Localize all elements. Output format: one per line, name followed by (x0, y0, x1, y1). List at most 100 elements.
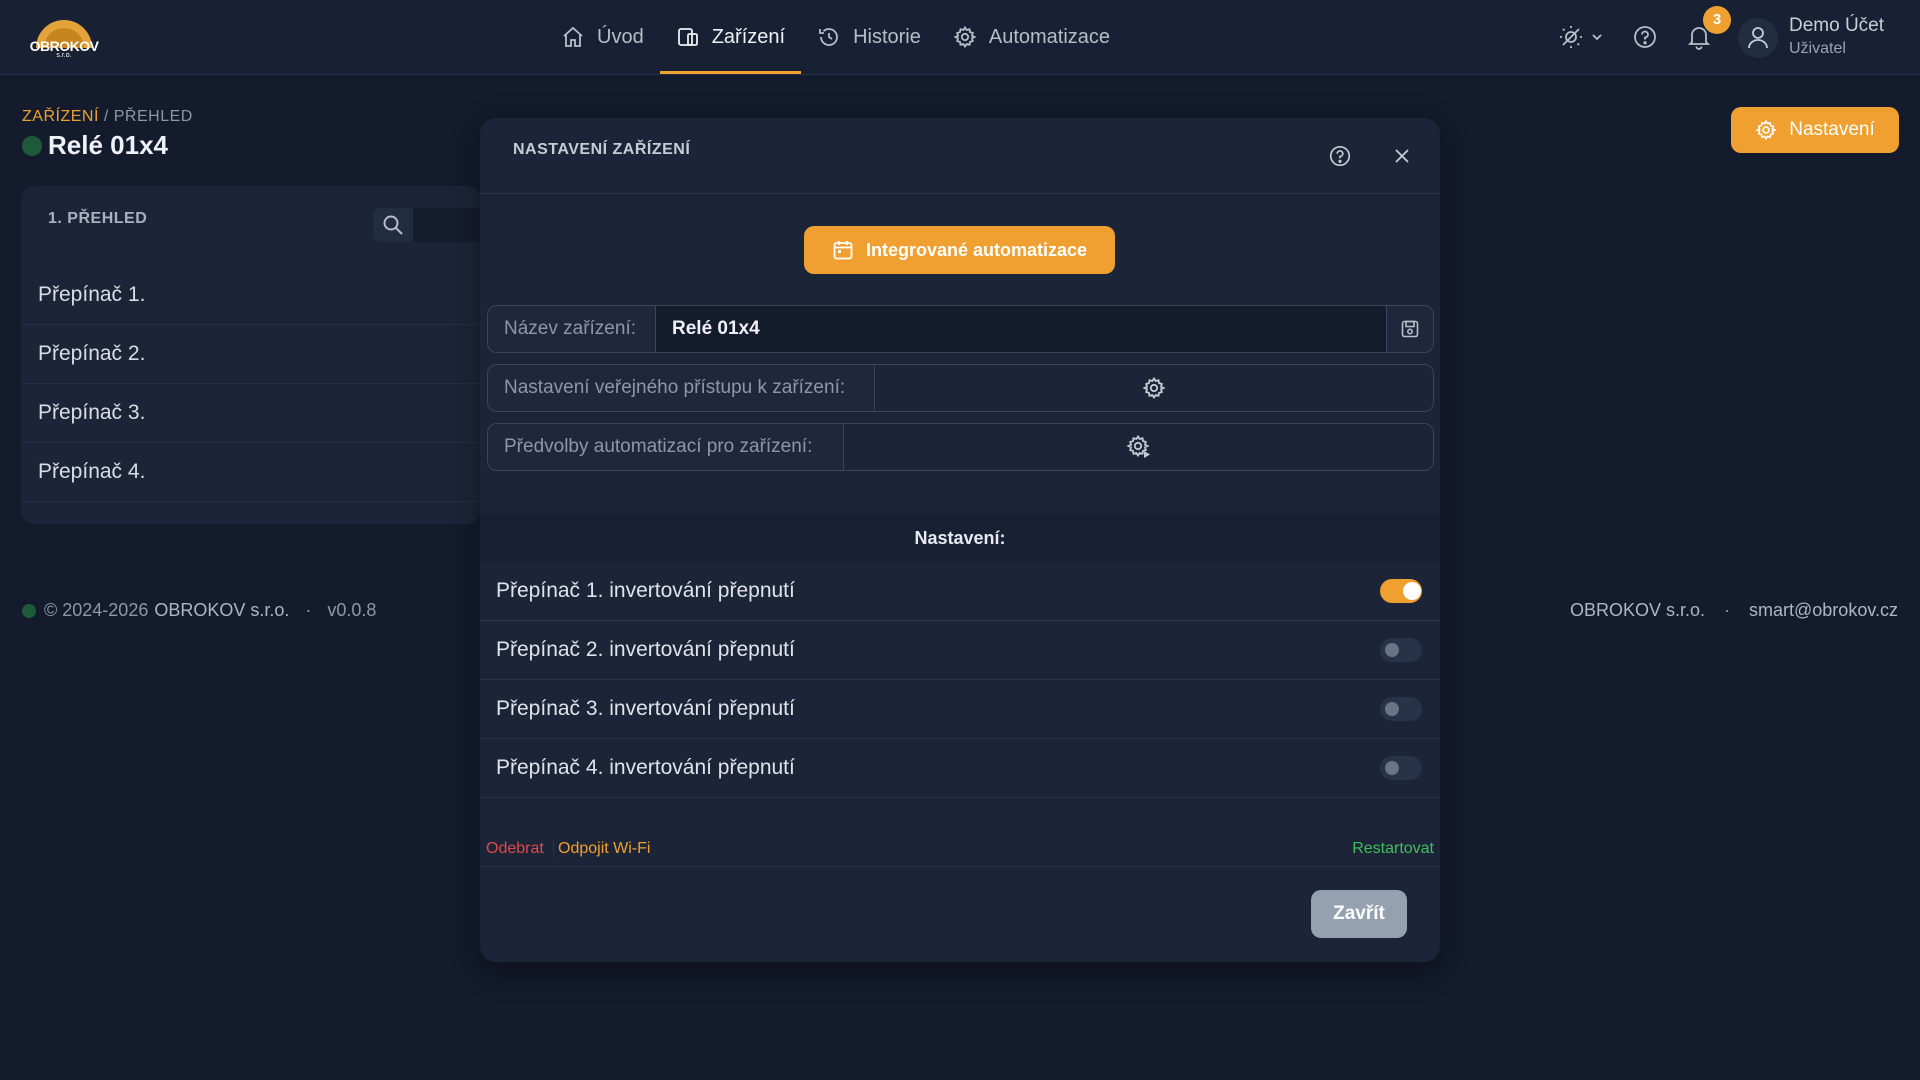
list-item[interactable]: Přepínač 4. (21, 443, 481, 502)
nav-item-automatizace[interactable]: Automatizace (937, 0, 1126, 74)
nav-item-zarizeni[interactable]: Zařízení (659, 0, 802, 74)
invert-switch-toggle-4[interactable] (1380, 756, 1422, 780)
restart-device-link[interactable]: Restartovat (1352, 840, 1434, 858)
disconnect-wifi-link[interactable]: Odpojit Wi-Fi (553, 840, 650, 858)
user-icon (1748, 27, 1768, 49)
gear-play-icon (1125, 434, 1150, 458)
theme-toggle[interactable] (1558, 24, 1604, 50)
toggle-knob (1385, 702, 1399, 716)
main-nav: Úvod Zařízení Historie Automatizace (545, 0, 1126, 74)
invert-switch-row-3: Přepínač 3. invertování přepnutí (480, 680, 1440, 739)
invert-switch-toggle-2[interactable] (1380, 638, 1422, 662)
invert-switch-row-2: Přepínač 2. invertování přepnutí (480, 621, 1440, 680)
device-actions: Odebrat Odpojit Wi-Fi Restartovat (480, 836, 1440, 867)
footer-left: © 2024-2026 OBROKOV s.r.o. · v0.0.8 (22, 600, 376, 621)
footer-version: v0.0.8 (327, 600, 377, 620)
devices-icon (676, 25, 700, 49)
automation-presets-settings-button[interactable] (844, 424, 1433, 470)
top-navigation-bar: OBROKOV s.r.o. Úvod Zařízení Historie Au… (0, 0, 1920, 75)
help-button[interactable] (1632, 24, 1658, 50)
invert-switch-toggle-3[interactable] (1380, 697, 1422, 721)
breadcrumb-current: PŘEHLED (113, 108, 193, 125)
breadcrumb: ZAŘÍZENÍ / PŘEHLED (22, 108, 193, 126)
switch-list: Přepínač 1. Přepínač 2. Přepínač 3. Přep… (21, 266, 481, 502)
search-button[interactable] (373, 208, 413, 242)
brand-logo[interactable]: OBROKOV s.r.o. (28, 14, 100, 60)
breadcrumb-separator: / (98, 108, 114, 125)
footer-company[interactable]: OBROKOV s.r.o. (154, 600, 289, 621)
modal-help-button[interactable] (1328, 144, 1352, 168)
nav-item-label: Úvod (597, 25, 644, 48)
help-icon (1329, 145, 1351, 167)
status-dot (22, 603, 36, 618)
invert-switch-row-4: Přepínač 4. invertování přepnutí (480, 739, 1440, 798)
public-access-settings-button[interactable] (875, 365, 1433, 411)
notification-badge: 3 (1703, 6, 1731, 34)
public-access-row: Nastavení veřejného přístupu k zařízení: (487, 364, 1434, 412)
modal-title: NASTAVENÍ ZAŘÍZENÍ (513, 141, 691, 158)
modal-header: NASTAVENÍ ZAŘÍZENÍ (480, 118, 1440, 194)
footer-email-link[interactable]: smart@obrokov.cz (1749, 600, 1898, 620)
toggle-knob (1403, 582, 1421, 600)
save-name-button[interactable] (1386, 306, 1433, 352)
invert-switch-label: Přepínač 4. invertování přepnutí (496, 756, 795, 779)
nav-item-label: Zařízení (711, 25, 786, 48)
invert-switch-label: Přepínač 3. invertování přepnutí (496, 697, 795, 720)
list-item[interactable]: Přepínač 3. (21, 384, 481, 443)
integrated-automations-button[interactable]: Integrované automatizace (804, 226, 1115, 274)
footer-right: OBROKOV s.r.o. · smart@obrokov.cz (1570, 600, 1898, 621)
nav-item-label: Automatizace (988, 25, 1111, 48)
footer-separator: · (305, 600, 312, 620)
calendar-icon (832, 239, 854, 261)
list-item[interactable]: Přepínač 1. (21, 266, 481, 325)
settings-button-label: Nastavení (1789, 119, 1875, 140)
automation-presets-row: Předvolby automatizací pro zařízení: (487, 423, 1434, 471)
overview-panel: 1. PŘEHLED Přepínač 1. Přepínač 2. Přepí… (21, 186, 481, 524)
page-title: Relé 01x4 (48, 130, 168, 160)
invert-switch-label: Přepínač 2. invertování přepnutí (496, 638, 795, 661)
integrated-automations-label: Integrované automatizace (865, 239, 1088, 260)
public-access-label: Nastavení veřejného přístupu k zařízení: (488, 365, 875, 411)
toggle-knob (1385, 761, 1399, 775)
device-settings-modal: NASTAVENÍ ZAŘÍZENÍ Integrované automatiz… (480, 118, 1440, 962)
logo-subtext: s.r.o. (56, 52, 72, 59)
gear-icon (1142, 376, 1166, 400)
sun-moon-icon (1560, 26, 1602, 48)
device-header: Relé 01x4 (22, 130, 168, 161)
avatar[interactable] (1738, 18, 1778, 58)
search-icon (383, 215, 403, 235)
nav-item-uvod[interactable]: Úvod (545, 0, 660, 74)
remove-device-link[interactable]: Odebrat (486, 840, 544, 858)
device-name-field[interactable]: Relé 01x4 (656, 306, 1386, 352)
footer-company-link[interactable]: OBROKOV s.r.o. (1570, 600, 1705, 620)
footer-copyright: © 2024-2026 (44, 600, 149, 620)
search-input[interactable] (413, 208, 481, 242)
nav-item-label: Historie (853, 25, 921, 48)
list-item[interactable]: Přepínač 2. (21, 325, 481, 384)
settings-section-title: Nastavení: (480, 514, 1440, 562)
close-button[interactable]: Zavřít (1311, 890, 1407, 938)
home-icon (561, 25, 585, 49)
footer-separator: · (1724, 600, 1730, 620)
invert-switch-toggle-1[interactable] (1380, 579, 1422, 603)
save-icon (1401, 320, 1419, 338)
automation-presets-label: Předvolby automatizací pro zařízení: (488, 424, 844, 470)
status-dot (22, 135, 42, 156)
modal-close-button[interactable] (1391, 145, 1413, 167)
nav-item-historie[interactable]: Historie (801, 0, 937, 74)
history-icon (817, 25, 841, 49)
user-role: Uživatel (1789, 40, 1846, 57)
device-name-row: Název zařízení: Relé 01x4 (487, 305, 1434, 353)
invert-switch-label: Přepínač 1. invertování přepnutí (496, 579, 795, 602)
panel-title: 1. PŘEHLED (48, 210, 148, 227)
help-icon (1634, 26, 1656, 48)
gear-icon (1755, 119, 1777, 141)
settings-button[interactable]: Nastavení (1731, 107, 1899, 153)
toggle-knob (1385, 643, 1399, 657)
close-icon (1395, 149, 1409, 163)
breadcrumb-devices-link[interactable]: ZAŘÍZENÍ (22, 108, 99, 125)
invert-switch-row-1: Přepínač 1. invertování přepnutí (480, 562, 1440, 621)
gear-icon (953, 25, 977, 49)
device-name-label: Název zařízení: (488, 306, 656, 352)
user-name[interactable]: Demo Účet (1789, 15, 1884, 37)
